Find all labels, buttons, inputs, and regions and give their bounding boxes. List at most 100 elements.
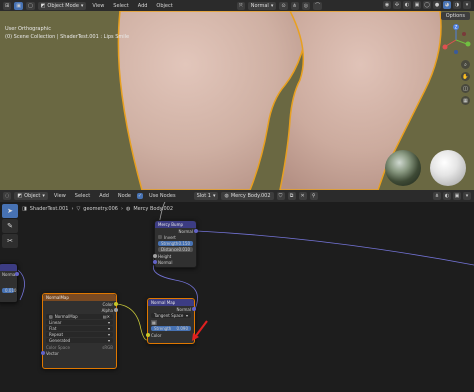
gizmo-y-axis[interactable] <box>465 41 471 47</box>
gizmo-x-axis[interactable] <box>442 44 448 50</box>
transform-orientation-icon[interactable]: ⤧ <box>236 1 245 10</box>
node-title[interactable]: Normal Map <box>148 299 194 306</box>
distance-field[interactable]: Distance 0.010 <box>158 247 193 252</box>
link-color[interactable] <box>116 303 148 341</box>
shading-wire-icon[interactable]: ◯ <box>423 1 431 9</box>
gizmo-neg-z[interactable] <box>454 50 458 54</box>
shading-rendered-icon[interactable]: ◑ <box>453 1 461 9</box>
pin-icon[interactable]: ⚲ <box>309 192 318 200</box>
3d-viewport[interactable]: ⊞ ▣ ▢ ◩ Object Mode ▾ View Select Add Ob… <box>0 0 474 190</box>
slot-dropdown[interactable]: Slot 1 ▾ <box>193 192 219 200</box>
image-selector[interactable]: ▨ NormalMap ▤ ✕ <box>46 314 113 319</box>
output-socket[interactable] <box>15 272 19 276</box>
input-socket[interactable] <box>153 254 157 258</box>
node-title[interactable]: NormalMap <box>43 294 116 301</box>
duplicate-icon[interactable]: ⧉ <box>287 192 296 200</box>
interpolation-dropdown[interactable]: Linear ▾ <box>46 320 113 325</box>
material-selector[interactable]: ◍ Mercy Body.002 <box>221 192 274 200</box>
node-title[interactable] <box>0 264 17 271</box>
menu-add[interactable]: Add <box>96 193 112 199</box>
snap-icon[interactable]: ⋔ <box>433 192 441 200</box>
image-texture-node[interactable]: NormalMap Color Alpha ▨ NormalMap ▤ ✕ Li… <box>41 293 118 369</box>
socket-label: Color <box>151 332 162 338</box>
link-left-normal[interactable] <box>17 269 25 301</box>
menu-add[interactable]: Add <box>135 3 151 9</box>
color-space-value[interactable]: sRGB <box>102 345 113 350</box>
output-socket[interactable] <box>114 308 118 312</box>
output-socket[interactable] <box>194 229 198 233</box>
grid-view-icon[interactable]: ▦ <box>461 96 470 105</box>
node-title[interactable]: Mercy Bump <box>155 221 196 228</box>
breadcrumb-mesh[interactable]: geometry.006 <box>83 206 118 212</box>
offscreen-node[interactable]: Normal 0.010 <box>0 263 19 303</box>
menu-select[interactable]: Select <box>72 193 93 199</box>
input-socket[interactable] <box>153 260 157 264</box>
extension-dropdown[interactable]: Repeat ▾ <box>46 332 113 337</box>
select-cursor-icon[interactable]: ➤ <box>2 204 18 218</box>
hdri-preview-sphere[interactable] <box>385 150 421 186</box>
projection-dropdown[interactable]: Flat ▾ <box>46 326 113 331</box>
pan-hand-icon[interactable]: ✋ <box>461 72 470 81</box>
link-bump-normal[interactable] <box>196 230 474 266</box>
unlink-icon[interactable]: ✕ <box>298 192 307 200</box>
select-mode-icon[interactable]: ▢ <box>25 1 35 10</box>
fake-user-icon[interactable]: ⛉ <box>276 192 285 200</box>
falloff-icon[interactable]: ⌒ <box>313 1 323 10</box>
link-cut-icon[interactable]: ✂ <box>2 234 18 248</box>
xray-icon[interactable]: ▣ <box>413 1 421 9</box>
pivot-icon[interactable]: ⊙ <box>279 1 288 10</box>
normal-map-node[interactable]: Normal Map Normal Tangent Space ▾ ▦ Stre… <box>146 298 196 344</box>
studio-preview-sphere[interactable] <box>430 150 466 186</box>
backdrop-icon[interactable]: ▣ <box>453 192 461 200</box>
menu-view[interactable]: View <box>89 3 107 9</box>
shading-options-icon[interactable]: ▾ <box>463 1 471 9</box>
gizmo-toggle-icon[interactable]: ✣ <box>393 1 401 9</box>
camera-icon[interactable]: ◫ <box>461 84 470 93</box>
shading-dropdown[interactable]: Normal ▾ <box>247 1 277 10</box>
field-value: 0.150 <box>178 241 190 246</box>
shading-material-icon[interactable]: ◕ <box>443 1 451 9</box>
value-field[interactable]: 0.010 <box>2 288 16 293</box>
snap-icon[interactable]: ⋔ <box>290 1 299 10</box>
uv-map-icon[interactable]: ▦ <box>151 319 157 325</box>
proportional-icon[interactable]: ◎ <box>301 1 311 10</box>
navigation-gizmo[interactable]: Z <box>438 22 474 58</box>
overlay-icon[interactable]: ◐ <box>403 1 411 9</box>
input-socket[interactable] <box>41 351 45 355</box>
gizmo-neg-x[interactable] <box>462 32 466 36</box>
object-type-dropdown[interactable]: ◩ Object ▾ <box>14 192 48 200</box>
close-icon[interactable]: ✕ <box>107 314 110 319</box>
source-dropdown[interactable]: Generated ▾ <box>46 338 113 343</box>
use-nodes-label: Use Nodes <box>148 193 176 199</box>
menu-object[interactable]: Object <box>153 3 175 9</box>
mode-dropdown[interactable]: ◩ Object Mode ▾ <box>37 1 87 10</box>
menu-select[interactable]: Select <box>110 3 131 9</box>
output-socket[interactable] <box>114 302 118 306</box>
breadcrumb-material[interactable]: Mercy Body.002 <box>133 206 173 212</box>
bump-node[interactable]: Mercy Bump Normal Invert Strength 0.150 … <box>153 220 198 268</box>
visibility-icon[interactable]: ◉ <box>383 1 391 9</box>
select-box-icon[interactable]: ▣ <box>14 1 23 10</box>
editor-type-icon[interactable]: ⊞ <box>3 1 12 10</box>
use-nodes-checkbox[interactable]: ✓ <box>136 193 143 199</box>
editor-type-icon[interactable]: ◌ <box>3 192 12 200</box>
menu-view[interactable]: View <box>51 193 69 199</box>
invert-checkbox[interactable] <box>158 235 162 239</box>
shading-solid-icon[interactable]: ● <box>433 1 441 9</box>
mesh-icon: ▽ <box>76 206 81 212</box>
options-button[interactable]: Options <box>440 12 470 20</box>
output-socket[interactable] <box>192 307 196 311</box>
overlay-icon[interactable]: ◐ <box>443 192 451 200</box>
space-dropdown[interactable]: Tangent Space ▾ <box>151 313 191 318</box>
zoom-icon[interactable]: ⌕ <box>461 60 470 69</box>
annotate-icon[interactable]: ✎ <box>2 219 18 233</box>
viewport-info: User Orthographic (0) Scene Collection |… <box>5 25 129 41</box>
menu-node[interactable]: Node <box>115 193 134 199</box>
shader-node-editor[interactable]: ◌ ◩ Object ▾ View Select Add Node ✓ Use … <box>0 190 474 392</box>
strength-field[interactable]: Strength 0.090 <box>151 326 191 331</box>
material-sphere-icon: ◍ <box>224 193 229 199</box>
breadcrumb-object[interactable]: ShaderTest.001 <box>30 206 69 212</box>
strength-field[interactable]: Strength 0.150 <box>158 241 193 246</box>
input-socket[interactable] <box>146 333 150 337</box>
options-icon[interactable]: ▾ <box>463 192 471 200</box>
